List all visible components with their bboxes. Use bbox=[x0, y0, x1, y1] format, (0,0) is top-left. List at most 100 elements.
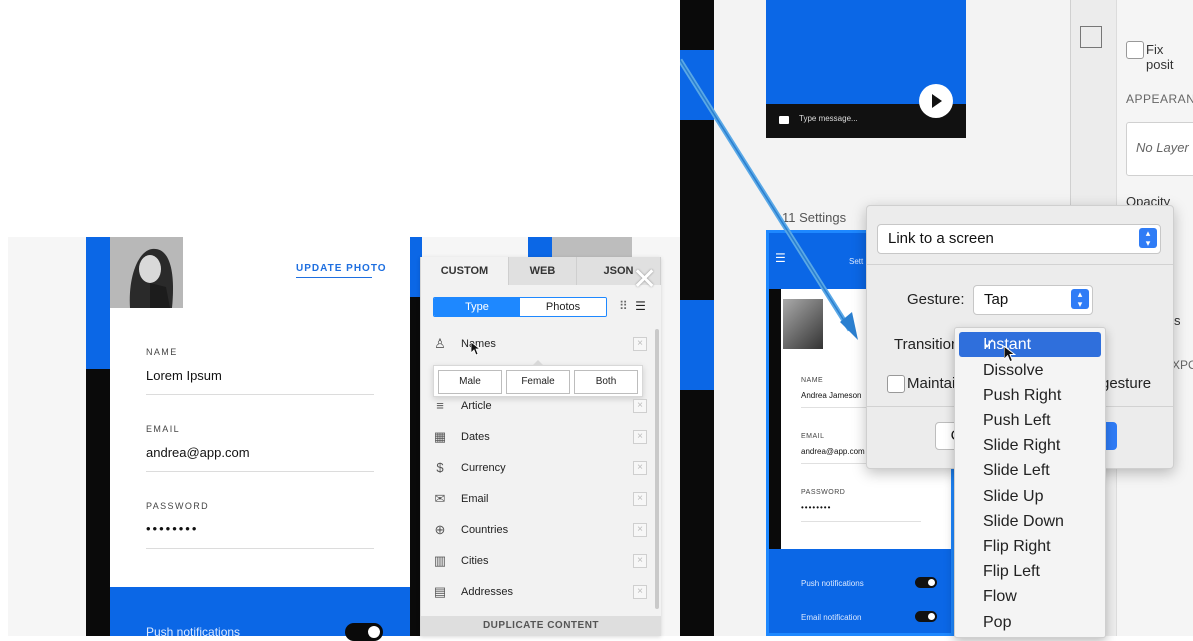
dialog-divider bbox=[867, 264, 1173, 265]
remove-icon[interactable]: × bbox=[633, 399, 647, 413]
password-value: •••••••• bbox=[801, 503, 832, 512]
gender-popover: Male Female Both bbox=[433, 360, 643, 397]
remove-icon[interactable]: × bbox=[633, 523, 647, 537]
dollar-icon: $ bbox=[436, 460, 444, 475]
type-photos-segmented-control: Type Photos bbox=[433, 297, 607, 317]
calendar-icon: ▦ bbox=[433, 429, 447, 444]
fix-position-checkbox[interactable] bbox=[1126, 41, 1144, 59]
tab-custom[interactable]: CUSTOM bbox=[421, 257, 509, 285]
remove-icon[interactable]: × bbox=[633, 585, 647, 599]
export-heading: XPO bbox=[1172, 358, 1193, 372]
transition-option-flip-right[interactable]: Flip Right bbox=[955, 534, 1105, 559]
transition-option-slide-right[interactable]: Slide Right bbox=[955, 433, 1105, 458]
link-arrow bbox=[680, 58, 858, 340]
segment-photos[interactable]: Photos bbox=[520, 298, 606, 316]
name-field[interactable]: Lorem Ipsum bbox=[146, 368, 222, 383]
name-label: NAME bbox=[146, 347, 178, 357]
avatar[interactable] bbox=[110, 237, 183, 308]
password-label: PASSWORD bbox=[146, 501, 210, 511]
content-generator-panel: CUSTOM WEB JSON Type Photos ⠿ ☰ ♙ Names … bbox=[420, 257, 662, 636]
transition-option-dissolve[interactable]: Dissolve bbox=[955, 358, 1105, 383]
update-photo-button[interactable]: UPDATE PHOTO bbox=[296, 263, 387, 274]
female-button[interactable]: Female bbox=[506, 370, 570, 394]
remove-icon[interactable]: × bbox=[633, 337, 647, 351]
article-icon: ≡ bbox=[436, 398, 444, 413]
portrait-image bbox=[110, 237, 183, 308]
email-label: EMAIL bbox=[801, 433, 825, 440]
transition-option-pop[interactable]: Pop bbox=[955, 610, 1105, 635]
item-label: Countries bbox=[461, 524, 509, 536]
gesture-label: Gesture: bbox=[907, 291, 965, 308]
transition-option-flip-left[interactable]: Flip Left bbox=[955, 559, 1105, 584]
list-item[interactable]: ✉ Email × bbox=[431, 490, 653, 510]
transition-option-push-right[interactable]: Push Right bbox=[955, 383, 1105, 408]
transition-option-slide-up[interactable]: Slide Up bbox=[955, 484, 1105, 509]
remove-icon[interactable]: × bbox=[633, 554, 647, 568]
push-notifications-toggle bbox=[915, 577, 937, 588]
remove-icon[interactable]: × bbox=[633, 492, 647, 506]
fix-position-label: Fix posit bbox=[1146, 42, 1174, 72]
list-item[interactable]: ▤ Addresses × bbox=[431, 583, 653, 603]
tab-web[interactable]: WEB bbox=[508, 257, 578, 285]
name-label: NAME bbox=[801, 377, 824, 384]
list-view-icon[interactable]: ☰ bbox=[635, 299, 646, 313]
gesture-select[interactable]: Tap ▴ ▾ bbox=[973, 285, 1093, 315]
select-stepper-icon: ▴ ▾ bbox=[1071, 289, 1089, 309]
item-label: Cities bbox=[461, 555, 489, 567]
remove-icon[interactable]: × bbox=[633, 461, 647, 475]
close-icon[interactable]: ✕ bbox=[632, 265, 657, 295]
plugin-tabs: CUSTOM WEB JSON bbox=[421, 257, 662, 285]
list-item[interactable]: ▥ Cities × bbox=[431, 552, 653, 572]
mail-icon: ✉ bbox=[434, 491, 446, 506]
push-notifications-toggle[interactable] bbox=[345, 623, 383, 641]
remove-icon[interactable]: × bbox=[633, 430, 647, 444]
add-image-icon[interactable] bbox=[1080, 26, 1102, 48]
password-field[interactable]: •••••••• bbox=[146, 521, 198, 536]
password-underline bbox=[146, 548, 374, 549]
email-underline bbox=[146, 471, 374, 472]
list-item[interactable]: ▦ Dates × bbox=[431, 428, 653, 448]
grid-view-icon[interactable]: ⠿ bbox=[619, 299, 628, 313]
name-value: Andrea Jameson bbox=[801, 391, 862, 400]
transition-option-push-left[interactable]: Push Left bbox=[955, 408, 1105, 433]
link-target-value: Link to a screen bbox=[888, 230, 994, 247]
email-label: EMAIL bbox=[146, 424, 181, 434]
view-toggle: ⠿ ☰ bbox=[619, 299, 646, 313]
divider bbox=[801, 521, 921, 522]
maintain-scroll-checkbox[interactable] bbox=[887, 375, 905, 393]
duplicate-content-button[interactable]: DUPLICATE CONTENT bbox=[421, 616, 661, 636]
item-label: Addresses bbox=[461, 586, 513, 598]
select-stepper-icon: ▴ ▾ bbox=[1139, 228, 1157, 248]
transition-option-slide-left[interactable]: Slide Left bbox=[955, 458, 1105, 483]
transition-option-instant[interactable]: ✓ Instant bbox=[959, 332, 1101, 357]
send-button[interactable] bbox=[919, 84, 953, 118]
item-label: Email bbox=[461, 493, 489, 505]
address-icon: ▤ bbox=[433, 584, 447, 599]
panel-scrollbar[interactable] bbox=[655, 329, 659, 609]
transition-option-slide-down[interactable]: Slide Down bbox=[955, 509, 1105, 534]
push-notifications-label: Push notifications bbox=[801, 579, 864, 588]
item-label: Article bbox=[461, 400, 492, 412]
list-item[interactable]: ♙ Names × bbox=[431, 335, 653, 355]
list-item[interactable]: ⊕ Countries × bbox=[431, 521, 653, 541]
gesture-suffix-label: gesture bbox=[1101, 375, 1152, 392]
mouse-cursor-icon bbox=[1004, 346, 1016, 363]
update-photo-underline bbox=[296, 277, 372, 278]
password-label: PASSWORD bbox=[801, 489, 846, 496]
person-icon: ♙ bbox=[434, 336, 446, 351]
item-label: Currency bbox=[461, 462, 506, 474]
male-button[interactable]: Male bbox=[438, 370, 502, 394]
link-target-select[interactable]: Link to a screen ▴ ▾ bbox=[877, 224, 1161, 254]
list-item[interactable]: $ Currency × bbox=[431, 459, 653, 479]
phone-edge-strip bbox=[86, 237, 110, 636]
transition-option-flow[interactable]: Flow bbox=[955, 584, 1105, 609]
both-button[interactable]: Both bbox=[574, 370, 638, 394]
no-layer-label: No Layer bbox=[1136, 140, 1189, 155]
list-item[interactable]: ≡ Article × bbox=[431, 397, 653, 417]
segment-type[interactable]: Type bbox=[434, 298, 520, 316]
inspector-s-label: s bbox=[1174, 313, 1181, 328]
email-notification-toggle bbox=[915, 611, 937, 622]
globe-icon: ⊕ bbox=[434, 522, 446, 537]
email-field[interactable]: andrea@app.com bbox=[146, 445, 250, 460]
mouse-cursor-icon bbox=[471, 342, 481, 356]
